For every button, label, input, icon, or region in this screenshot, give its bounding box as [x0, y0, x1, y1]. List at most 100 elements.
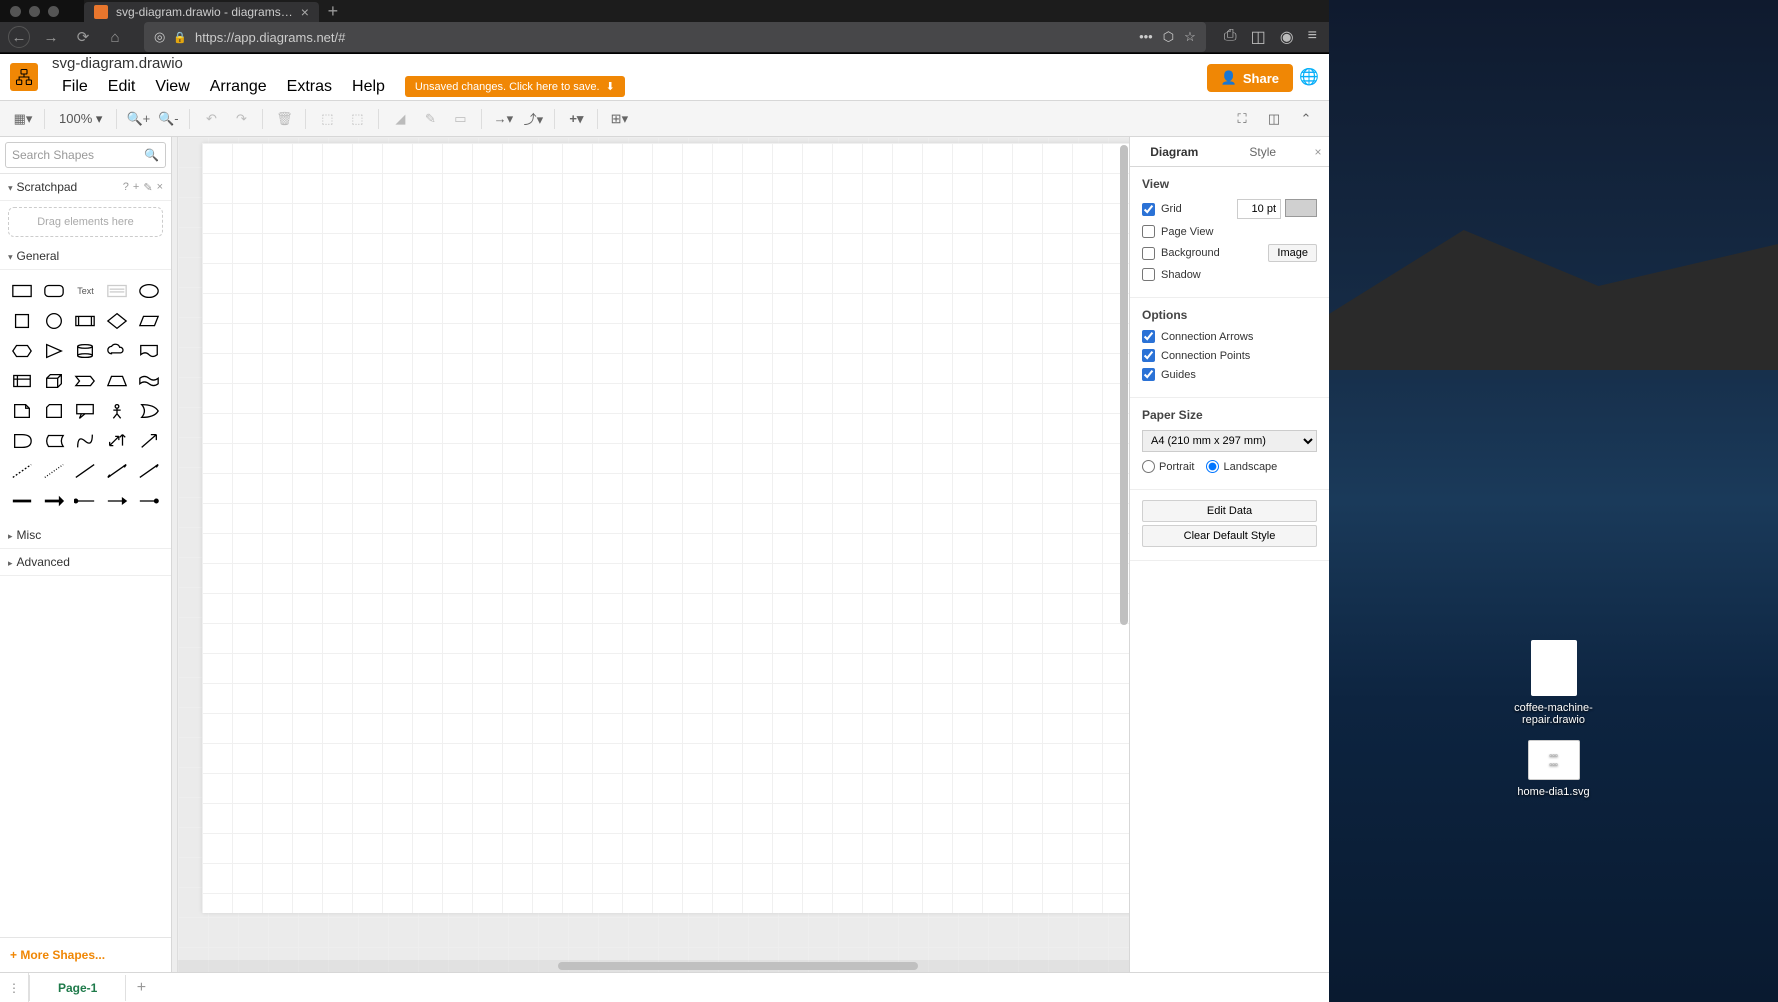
general-header[interactable]: General	[0, 243, 171, 270]
shape-or[interactable]	[135, 398, 163, 424]
grid-checkbox[interactable]	[1142, 203, 1155, 216]
delete-button[interactable]: 🗑	[271, 106, 297, 132]
shape-link2[interactable]	[40, 488, 68, 514]
sidebar-toggle-icon[interactable]: ◫	[1251, 27, 1266, 47]
account-icon[interactable]: ◉	[1280, 27, 1294, 47]
scratchpad-add-icon[interactable]: +	[133, 181, 139, 194]
grid-size-input[interactable]	[1237, 199, 1281, 219]
zoom-dropdown[interactable]: 100% ▾	[53, 109, 108, 129]
landscape-radio[interactable]	[1206, 460, 1219, 473]
menu-edit[interactable]: Edit	[98, 74, 146, 100]
shape-cloud[interactable]	[103, 338, 131, 364]
back-button[interactable]: ←	[8, 26, 30, 48]
shape-trapezoid[interactable]	[103, 368, 131, 394]
shape-document[interactable]	[135, 338, 163, 364]
search-shapes-input[interactable]: Search Shapes 🔍	[5, 142, 166, 168]
collapse-button[interactable]: ⌃	[1293, 106, 1319, 132]
zoom-in-button[interactable]: 🔍+	[125, 106, 151, 132]
table-button[interactable]: ⊞▾	[606, 106, 632, 132]
shape-line[interactable]	[72, 458, 100, 484]
shape-ellipse[interactable]	[135, 278, 163, 304]
shape-link1[interactable]	[8, 488, 36, 514]
shape-square[interactable]	[8, 308, 36, 334]
edit-data-button[interactable]: Edit Data	[1142, 500, 1317, 522]
shape-link3[interactable]	[72, 488, 100, 514]
tab-close-icon[interactable]: ×	[301, 4, 309, 20]
new-tab-button[interactable]: +	[319, 0, 347, 22]
fullscreen-button[interactable]: ⛶	[1229, 106, 1255, 132]
misc-header[interactable]: Misc	[0, 522, 171, 549]
forward-button[interactable]: →	[40, 26, 62, 48]
shape-textbox[interactable]	[103, 278, 131, 304]
desktop-file-drawio[interactable]: coffee-machine-repair.drawio	[1514, 640, 1594, 726]
shape-and[interactable]	[8, 428, 36, 454]
redo-button[interactable]: ↷	[228, 106, 254, 132]
shape-diamond[interactable]	[103, 308, 131, 334]
url-bar[interactable]: ◎ 🔒 https://app.diagrams.net/# ••• ⬡ ☆	[144, 22, 1206, 52]
background-checkbox[interactable]	[1142, 247, 1155, 260]
connection-button[interactable]: →▾	[490, 106, 516, 132]
papersize-select[interactable]: A4 (210 mm x 297 mm)	[1142, 430, 1317, 452]
shape-callout[interactable]	[72, 398, 100, 424]
shape-note[interactable]	[8, 398, 36, 424]
portrait-radio[interactable]	[1142, 460, 1155, 473]
shape-parallelogram[interactable]	[135, 308, 163, 334]
line-button[interactable]: ✎	[417, 106, 443, 132]
shape-cylinder[interactable]	[72, 338, 100, 364]
horizontal-scrollbar[interactable]	[178, 960, 1129, 972]
menu-extras[interactable]: Extras	[277, 74, 342, 100]
reload-button[interactable]: ⟳	[72, 26, 94, 48]
canvas[interactable]	[178, 137, 1129, 972]
shape-cube[interactable]	[40, 368, 68, 394]
shape-hexagon[interactable]	[8, 338, 36, 364]
shape-text[interactable]: Text	[72, 278, 100, 304]
advanced-header[interactable]: Advanced	[0, 549, 171, 576]
hamburger-icon[interactable]: ≡	[1308, 27, 1317, 47]
traffic-close[interactable]	[10, 6, 21, 17]
shape-tape[interactable]	[135, 368, 163, 394]
menu-view[interactable]: View	[145, 74, 199, 100]
doc-title[interactable]: svg-diagram.drawio	[52, 55, 625, 72]
shape-data-storage[interactable]	[40, 428, 68, 454]
page-tab-1[interactable]: Page-1	[29, 975, 126, 1001]
shape-curve[interactable]	[72, 428, 100, 454]
bookmark-icon[interactable]: ☆	[1184, 29, 1196, 45]
conn-arrows-checkbox[interactable]	[1142, 330, 1155, 343]
scratchpad-dropzone[interactable]: Drag elements here	[8, 207, 163, 237]
shape-bidir-connector[interactable]	[103, 458, 131, 484]
page-menu-button[interactable]: ⋮	[0, 981, 28, 995]
shape-rounded-rect[interactable]	[40, 278, 68, 304]
menu-help[interactable]: Help	[342, 74, 395, 100]
home-button[interactable]: ⌂	[104, 26, 126, 48]
vertical-scrollbar[interactable]	[1119, 137, 1129, 960]
zoom-out-button[interactable]: 🔍-	[155, 106, 181, 132]
shape-actor[interactable]	[103, 398, 131, 424]
more-icon[interactable]: •••	[1139, 29, 1153, 45]
shadow-checkbox[interactable]	[1142, 268, 1155, 281]
scratchpad-help-icon[interactable]: ?	[123, 181, 129, 194]
shape-link4[interactable]	[103, 488, 131, 514]
menu-arrange[interactable]: Arrange	[200, 74, 277, 100]
save-banner[interactable]: Unsaved changes. Click here to save. ⬇	[405, 76, 625, 97]
shape-link5[interactable]	[135, 488, 163, 514]
shape-circle[interactable]	[40, 308, 68, 334]
shape-dashed-line[interactable]	[8, 458, 36, 484]
scratchpad-close-icon[interactable]: ×	[157, 181, 163, 194]
tab-diagram[interactable]: Diagram	[1130, 137, 1219, 166]
shape-arrow[interactable]	[135, 428, 163, 454]
shape-step[interactable]	[72, 368, 100, 394]
shape-dotted-line[interactable]	[40, 458, 68, 484]
add-page-button[interactable]: +	[126, 979, 156, 997]
insert-button[interactable]: +▾	[563, 106, 589, 132]
grid-color-swatch[interactable]	[1285, 199, 1317, 217]
scratchpad-header[interactable]: Scratchpad ? + ✎ ×	[0, 174, 171, 201]
traffic-zoom[interactable]	[48, 6, 59, 17]
canvas-page[interactable]	[202, 143, 1129, 913]
pageview-checkbox[interactable]	[1142, 225, 1155, 238]
shape-process[interactable]	[72, 308, 100, 334]
pocket-icon[interactable]: ⬡	[1163, 29, 1174, 45]
fill-button[interactable]: ◢	[387, 106, 413, 132]
desktop[interactable]: coffee-machine-repair.drawio ▫▫▫▫▫▫ home…	[1329, 0, 1778, 1002]
browser-tab-active[interactable]: svg-diagram.drawio - diagrams… ×	[84, 2, 319, 22]
shape-internal-storage[interactable]	[8, 368, 36, 394]
